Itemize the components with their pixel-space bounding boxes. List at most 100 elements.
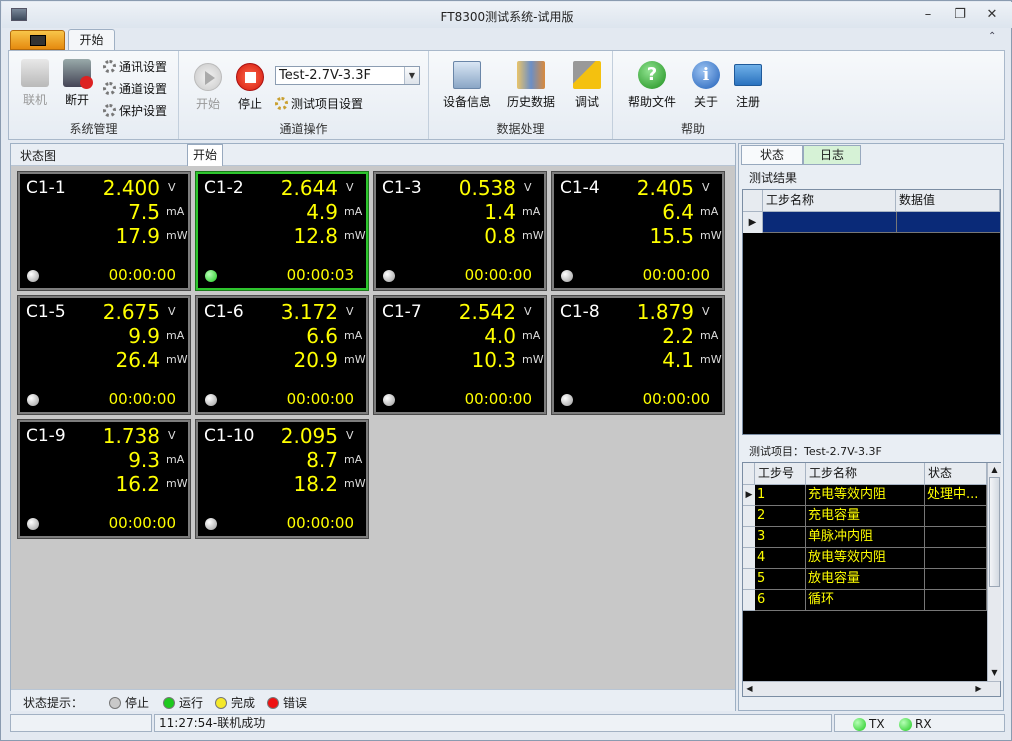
register-label: 注册 [735,95,760,109]
channel-card[interactable]: C1-10 2.095 8.7 18.2 VmA mW 00:00:00 [195,419,369,539]
history-data-button[interactable]: 历史数据 [503,61,559,110]
channel-card[interactable]: C1-7 2.542 4.0 10.3 VmA mW 00:00:00 [373,295,547,415]
tab-start[interactable]: 开始 [187,144,223,166]
group-system: 联机 断开 通讯设置 通道设置 保护设置 系统管理 [9,51,179,139]
step-row[interactable]: 5 放电容量 [743,569,987,590]
channel-name: C1-9 [26,426,66,446]
channel-current: 9.9 [128,324,160,348]
channel-power: 15.5 [649,224,694,248]
channel-time: 00:00:00 [286,514,354,532]
minimize-icon[interactable]: – [915,5,941,25]
group-help: ? 帮助文件 i 关于 注册 帮助 [613,51,773,139]
legend-done-label: 完成 [231,696,256,710]
debug-button[interactable]: 调试 [567,61,607,110]
step-row[interactable]: 4 放电等效内阻 [743,548,987,569]
test-item-settings-button[interactable]: 测试项目设置 [275,95,363,112]
tab-home[interactable]: 开始 [68,29,115,51]
protect-settings-label: 保护设置 [119,104,168,118]
step-row[interactable]: 2 充电容量 [743,506,987,527]
step-row[interactable]: ▶ 1 充电等效内阻 处理中... [743,485,987,506]
step-col-status[interactable]: 状态 [925,463,987,485]
step-col-no[interactable]: 工步号 [755,463,806,485]
channel-voltage: 2.542 [458,300,516,324]
connect-button[interactable]: 联机 [15,59,55,108]
channel-current: 2.2 [662,324,694,348]
application-menu-button[interactable] [10,30,65,50]
result-col-value[interactable]: 数据值 [896,190,1000,212]
test-select[interactable]: Test-2.7V-3.3F ▼ [275,66,420,85]
channel-card[interactable]: C1-5 2.675 9.9 26.4 VmA mW 00:00:00 [17,295,191,415]
comm-settings-button[interactable]: 通讯设置 [103,58,167,75]
status-led-icon [27,270,39,282]
scroll-up-icon[interactable]: ▲ [988,463,1001,477]
status-led-icon [205,394,217,406]
play-icon [194,63,222,91]
scroll-left-icon[interactable]: ◀ [743,682,756,696]
help-file-button[interactable]: ? 帮助文件 [625,61,679,110]
restore-icon[interactable]: ❐ [947,5,973,25]
about-button[interactable]: i 关于 [687,61,725,110]
chevron-down-icon[interactable]: ▼ [404,67,419,84]
step-row[interactable]: 6 循环 [743,590,987,611]
stop-button[interactable]: 停止 [231,63,269,112]
start-button[interactable]: 开始 [189,63,227,112]
channel-card[interactable]: C1-2 2.644 4.9 12.8 VmA mW 00:00:03 [195,171,369,291]
channel-card[interactable]: C1-4 2.405 6.4 15.5 VmA mW 00:00:00 [551,171,725,291]
channel-card[interactable]: C1-1 2.400 7.5 17.9 VmA mW 00:00:00 [17,171,191,291]
row-header[interactable] [743,590,755,611]
channel-time: 00:00:03 [286,266,354,284]
register-button[interactable]: 注册 [729,61,767,110]
unit-ma: mA [166,329,185,342]
help-icon: ? [638,61,666,89]
unit-v: V [702,181,710,194]
row-selector-icon[interactable]: ▶ [743,212,763,233]
row-header[interactable]: ▶ [743,485,755,506]
channel-card[interactable]: C1-3 0.538 1.4 0.8 VmA mW 00:00:00 [373,171,547,291]
status-led-icon [205,270,217,282]
step-status [925,569,987,590]
connect-icon [21,59,49,87]
result-col-name[interactable]: 工步名称 [763,190,896,212]
result-row-selected[interactable] [763,212,1000,233]
channel-time: 00:00:00 [464,266,532,284]
group-data: 设备信息 历史数据 调试 数据处理 [429,51,613,139]
close-icon[interactable]: ✕ [979,5,1005,25]
tab-status[interactable]: 状态 [741,145,803,165]
step-name: 放电等效内阻 [806,548,925,569]
scroll-thumb[interactable] [989,477,1000,587]
horizontal-scrollbar[interactable]: ◀ ▶ [743,681,1000,696]
help-file-label: 帮助文件 [627,95,676,109]
test-project-label: 测试项目： [749,445,804,458]
scroll-down-icon[interactable]: ▼ [988,666,1001,680]
row-header[interactable] [743,569,755,590]
channel-card[interactable]: C1-9 1.738 9.3 16.2 VmA mW 00:00:00 [17,419,191,539]
device-info-button[interactable]: 设备信息 [439,61,495,110]
channel-card[interactable]: C1-8 1.879 2.2 4.1 VmA mW 00:00:00 [551,295,725,415]
channel-time: 00:00:00 [642,266,710,284]
step-col-name[interactable]: 工步名称 [806,463,925,485]
history-data-icon [517,61,545,89]
unit-v: V [168,305,176,318]
yellow-dot-icon [215,697,227,709]
row-header[interactable] [743,506,755,527]
ribbon-collapse-icon[interactable]: ⌃ [988,31,996,42]
channel-settings-button[interactable]: 通道设置 [103,80,167,97]
unit-mw: mW [700,229,722,242]
status-led-icon [383,270,395,282]
channel-time: 00:00:00 [464,390,532,408]
row-header[interactable] [743,527,755,548]
disconnect-button[interactable]: 断开 [57,59,97,108]
step-no: 1 [755,485,806,506]
channel-card[interactable]: C1-6 3.172 6.6 20.9 VmA mW 00:00:00 [195,295,369,415]
channel-current: 6.4 [662,200,694,224]
step-row[interactable]: 3 单脉冲内阻 [743,527,987,548]
row-header[interactable] [743,548,755,569]
tab-log[interactable]: 日志 [803,145,861,165]
vertical-scrollbar[interactable]: ▲ ▼ [987,463,1001,681]
tx-indicator: TX [853,716,885,732]
stop-label: 停止 [237,97,262,111]
scroll-right-icon[interactable]: ▶ [972,682,985,696]
status-led-icon [27,394,39,406]
status-message: 11:27:54-联机成功 [154,714,832,732]
protect-settings-button[interactable]: 保护设置 [103,102,167,119]
